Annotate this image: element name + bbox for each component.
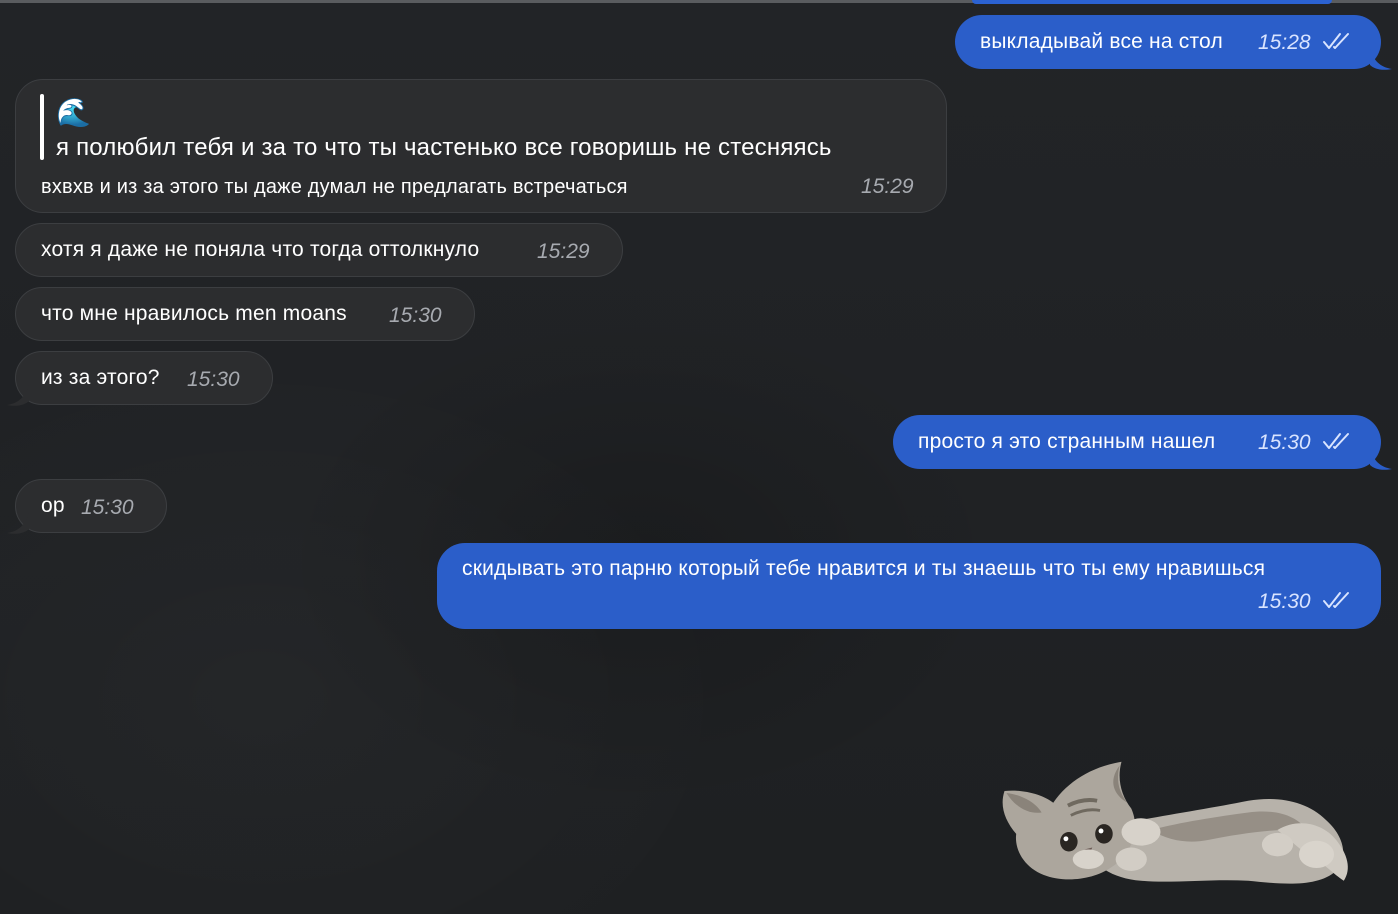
kitten-sticker[interactable]	[985, 750, 1375, 910]
bubble-tail	[7, 513, 29, 534]
message-bubble-incoming[interactable]: хотя я даже не поняла что тогда оттолкну…	[15, 223, 623, 277]
message-time: 15:28	[1258, 31, 1311, 54]
message-time: 15:30	[187, 368, 240, 391]
message-time: 15:30	[389, 304, 442, 327]
bubble-tail	[1370, 49, 1392, 70]
message-bubble-incoming[interactable]: 🌊 я полюбил тебя и за то что ты частеньк…	[15, 79, 947, 213]
message-time: 15:29	[537, 240, 590, 263]
message-time: 15:30	[81, 496, 134, 519]
message-time: 15:30	[1258, 590, 1311, 613]
double-check-icon	[1323, 33, 1349, 49]
quote-text: я полюбил тебя и за то что ты частенько …	[56, 134, 832, 161]
message-bubble-outgoing[interactable]: выкладывай все на стол 15:28	[955, 15, 1381, 69]
double-check-icon	[1323, 592, 1349, 608]
message-bubble-incoming[interactable]: ор 15:30	[15, 479, 167, 533]
message-text: выкладывай все на стол	[980, 30, 1223, 53]
message-text: из за этого?	[41, 366, 160, 389]
message-text: что мне нравилось men moans	[41, 302, 347, 325]
message-text: вхвхв и из за этого ты даже думал не пре…	[41, 176, 628, 198]
message-time: 15:29	[861, 175, 914, 198]
message-time: 15:30	[1258, 431, 1311, 454]
message-bubble-incoming[interactable]: из за этого? 15:30	[15, 351, 273, 405]
message-bubble-outgoing[interactable]: просто я это странным нашел 15:30	[893, 415, 1381, 469]
message-text: хотя я даже не поняла что тогда оттолкну…	[41, 238, 480, 261]
previous-message-edge	[972, 0, 1332, 4]
message-text: просто я это странным нашел	[918, 430, 1216, 453]
quote-bar	[40, 94, 44, 160]
message-bubble-outgoing[interactable]: скидывать это парню который тебе нравитс…	[437, 543, 1381, 629]
bubble-tail	[7, 385, 29, 406]
message-text: ор	[41, 494, 65, 517]
quote-emoji: 🌊	[56, 97, 92, 128]
message-text: скидывать это парню который тебе нравитс…	[462, 557, 1266, 580]
message-bubble-incoming[interactable]: что мне нравилось men moans 15:30	[15, 287, 475, 341]
double-check-icon	[1323, 433, 1349, 449]
bubble-tail	[1370, 449, 1392, 470]
